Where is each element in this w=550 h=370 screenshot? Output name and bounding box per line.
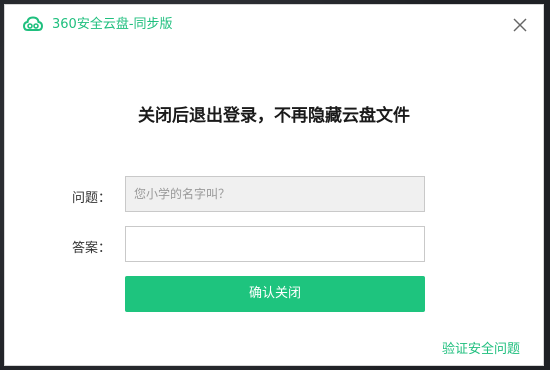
close-confirm-dialog: 360安全云盘-同步版 关闭后退出登录，不再隐藏云盘文件 问题： 您小学的名字叫… (4, 4, 544, 366)
cloud-logo-icon (22, 16, 44, 32)
dialog-heading: 关闭后退出登录，不再隐藏云盘文件 (138, 106, 410, 126)
dialog-titlebar: 360安全云盘-同步版 (5, 5, 543, 45)
answer-label: 答案： (71, 241, 111, 256)
answer-input[interactable] (125, 226, 425, 262)
confirm-close-button[interactable]: 确认关闭 (125, 276, 425, 312)
security-question-field: 您小学的名字叫？ (125, 176, 425, 212)
app-title: 360安全云盘-同步版 (52, 17, 173, 32)
close-icon[interactable] (511, 16, 529, 34)
question-label: 问题： (71, 191, 111, 206)
verify-security-question-link[interactable]: 验证安全问题 (442, 338, 520, 357)
